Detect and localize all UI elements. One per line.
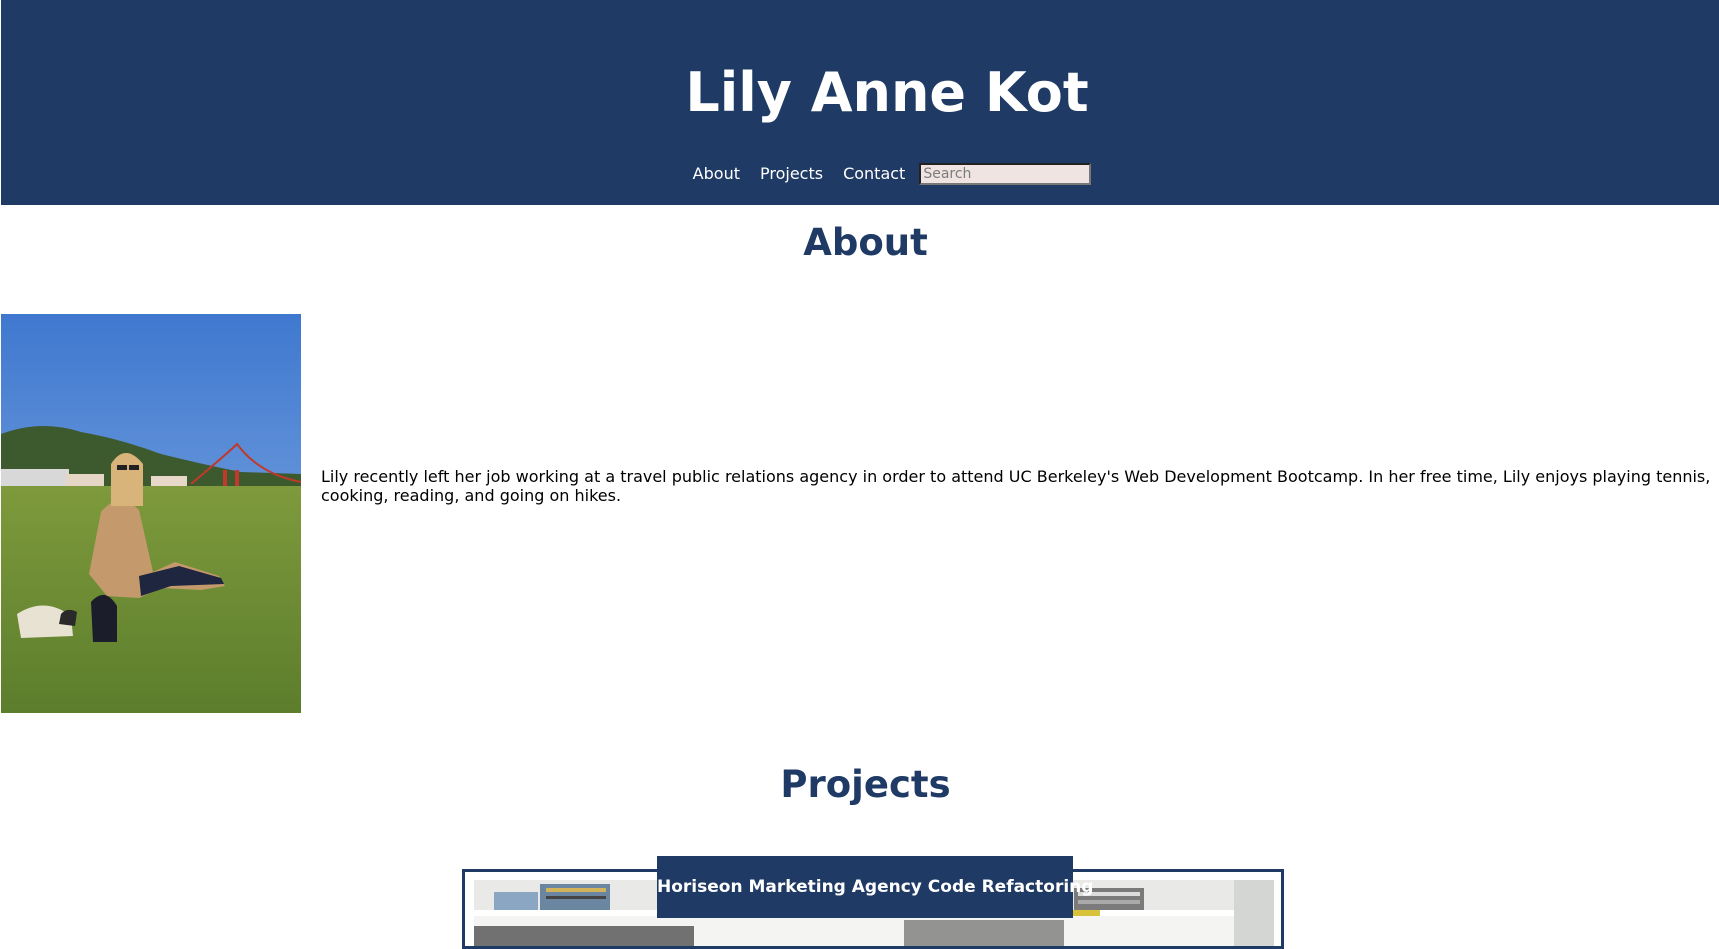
about-text: Lily recently left her job working at a …: [321, 467, 1719, 505]
nav-link-contact[interactable]: Contact: [843, 160, 905, 188]
project-title-label[interactable]: Horiseon Marketing Agency Code Refactori…: [657, 856, 1093, 918]
about-text-line-2: cooking, reading, and going on hikes.: [321, 486, 622, 505]
main-nav: About Projects Contact: [1, 160, 1719, 188]
nav-link-about[interactable]: About: [693, 160, 740, 188]
site-header: Lily Anne Kot About Projects Contact: [1, 0, 1719, 205]
search-input[interactable]: [919, 163, 1092, 185]
site-title: Lily Anne Kot: [685, 61, 1089, 124]
projects-heading: Projects: [780, 763, 951, 806]
about-text-line-1: Lily recently left her job working at a …: [321, 467, 1711, 486]
profile-photo: [1, 314, 301, 713]
nav-link-projects[interactable]: Projects: [760, 160, 823, 188]
about-heading: About: [803, 221, 928, 264]
